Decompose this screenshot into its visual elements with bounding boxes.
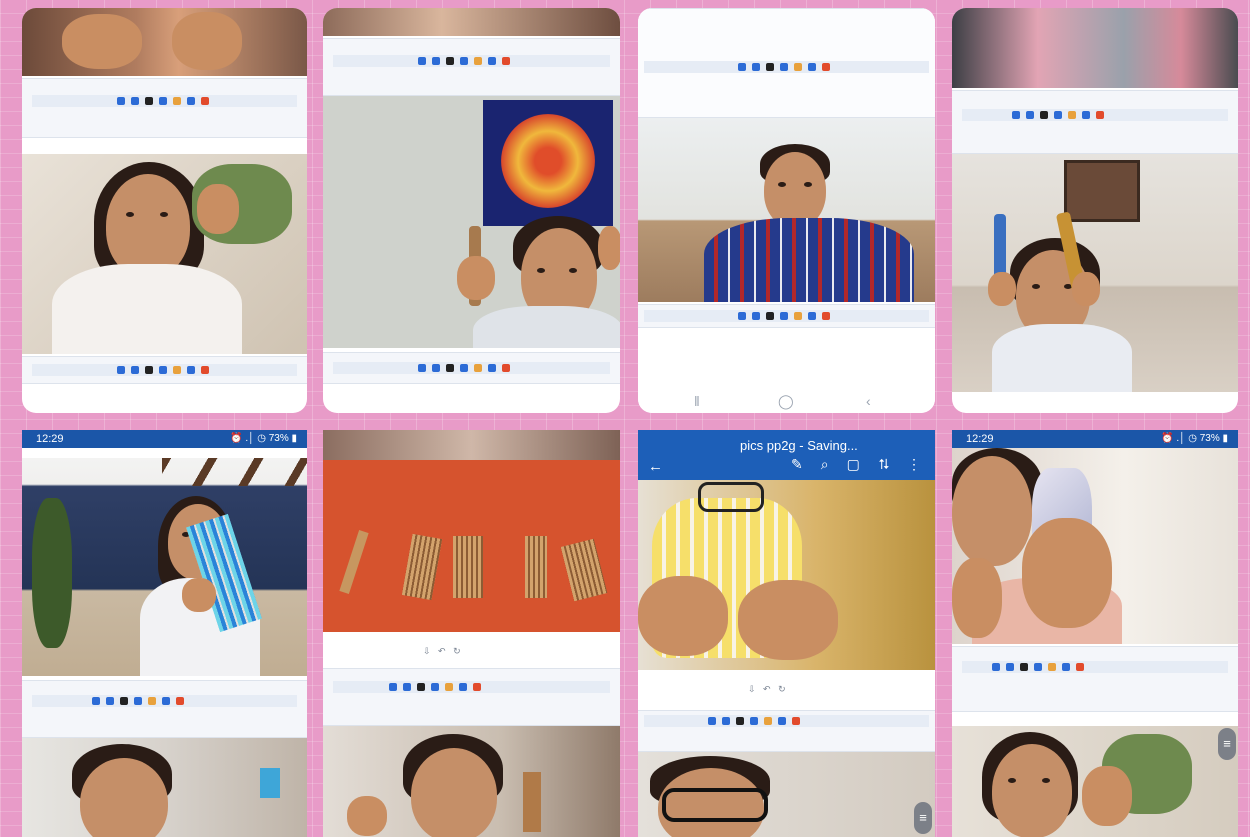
tile-2-top-strip — [323, 8, 620, 36]
tile-1-taskbar-bottom — [22, 356, 307, 384]
home-icon[interactable]: ◯ — [778, 393, 794, 410]
stick-bundle-icon — [453, 536, 483, 598]
tile-4-taskbar-top — [952, 90, 1238, 154]
tile-7-controls: ⇩ ↶ ↻ — [638, 672, 935, 708]
tile-3-video — [638, 118, 935, 302]
search-icon[interactable]: ⌕ — [821, 456, 829, 473]
more-icon[interactable]: ⋮ — [907, 456, 921, 473]
scroll-handle[interactable]: ≡ — [914, 802, 932, 834]
tile-3-taskbar-bottom — [638, 304, 935, 328]
stick-bundle-icon — [339, 530, 369, 594]
picture-frame-icon — [1064, 160, 1140, 222]
plant-icon — [32, 498, 72, 648]
video-tile-1[interactable] — [22, 8, 307, 413]
tile-6-top-strip — [323, 430, 620, 460]
tile-2-taskbar-top — [323, 38, 620, 96]
status-icons: ⏰ .│ ◷ 73% ▮ — [1161, 433, 1228, 444]
share-icon[interactable]: ⮁ — [878, 456, 889, 473]
glasses-icon — [662, 788, 768, 822]
video-tile-7[interactable]: pics pp2g - Saving... ← ✎ ⌕ ▢ ⮁ ⋮ ⇩ ↶ ↻ … — [638, 430, 935, 837]
tile-3-taskbar-top — [638, 8, 935, 118]
edit-icon[interactable]: ✎ — [791, 456, 803, 473]
wall-art-icon — [483, 100, 613, 226]
tile-5-video-2 — [22, 738, 307, 837]
ceiling-beams — [162, 458, 307, 486]
tile-1-video — [22, 154, 307, 354]
tile-6-video — [323, 460, 620, 632]
tile-5-statusbar: 12:29 ⏰ .│ ◷ 73% ▮ — [22, 430, 307, 448]
back-arrow-icon[interactable]: ← — [648, 458, 663, 475]
stick-bundle-icon — [401, 533, 443, 601]
tile-2-video — [323, 96, 620, 348]
stick-bundle-icon — [525, 536, 547, 598]
video-tile-5[interactable]: 12:29 ⏰ .│ ◷ 73% ▮ — [22, 430, 307, 837]
video-tile-6[interactable]: ⇩ ↶ ↻ — [323, 430, 620, 837]
stick-bundle-icon — [560, 538, 608, 602]
tile-5-video — [22, 458, 307, 676]
tile-7-taskbar — [638, 710, 935, 752]
video-tile-4[interactable] — [952, 8, 1238, 413]
scroll-handle[interactable]: ≡ — [1218, 728, 1236, 760]
tile-7-appbar: pics pp2g - Saving... ← ✎ ⌕ ▢ ⮁ ⋮ — [638, 430, 935, 480]
recents-icon[interactable]: ‖ — [694, 393, 700, 409]
tile-8-video — [952, 448, 1238, 644]
tile-7-video-2 — [638, 752, 935, 837]
tile-8-statusbar: 12:29 ⏰ .│ ◷ 73% ▮ — [952, 430, 1238, 448]
tile-8-taskbar — [952, 646, 1238, 712]
tile-1-taskbar-top — [22, 78, 307, 138]
tile-5-taskbar — [22, 680, 307, 738]
video-tile-8[interactable]: 12:29 ⏰ .│ ◷ 73% ▮ ≡ — [952, 430, 1238, 837]
tile-6-controls: ⇩ ↶ ↻ — [323, 634, 620, 664]
hand-icon — [172, 12, 242, 70]
status-icons: ⏰ .│ ◷ 73% ▮ — [230, 433, 297, 444]
tile-6-taskbar — [323, 668, 620, 726]
tile-4-video — [952, 154, 1238, 392]
video-tile-2[interactable] — [323, 8, 620, 413]
back-nav-icon[interactable]: ‹ — [866, 393, 871, 409]
app-title: pics pp2g - Saving... — [740, 438, 858, 453]
tile-1-top-strip — [22, 8, 307, 76]
video-tile-3[interactable]: ‖ ◯ ‹ — [638, 8, 935, 413]
tile-4-top-strip — [952, 8, 1238, 88]
phone-icon[interactable]: ▢ — [847, 456, 860, 473]
plaid-shirt — [704, 218, 914, 302]
tile-3-android-nav: ‖ ◯ ‹ — [638, 393, 935, 413]
status-time: 12:29 — [36, 433, 64, 445]
status-time: 12:29 — [966, 433, 994, 445]
tile-8-video-2 — [952, 726, 1238, 837]
tile-2-taskbar-bottom — [323, 352, 620, 384]
tile-7-video — [638, 480, 935, 670]
tile-6-video-2 — [323, 726, 620, 837]
hand-icon — [62, 14, 142, 69]
